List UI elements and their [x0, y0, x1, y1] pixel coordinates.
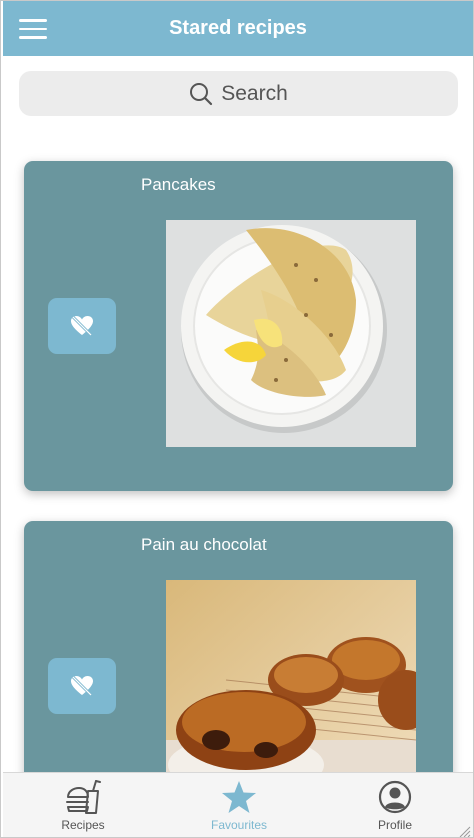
tab-recipes[interactable]: Recipes: [5, 773, 161, 837]
resize-grip-icon[interactable]: [457, 824, 471, 838]
tab-favourites[interactable]: Favourites: [161, 773, 317, 837]
tab-profile[interactable]: Profile: [317, 773, 473, 837]
tab-label: Recipes: [61, 818, 105, 832]
remove-favourite-button[interactable]: [48, 298, 116, 354]
search-placeholder: Search: [221, 81, 288, 105]
recipe-card[interactable]: Pancakes: [24, 161, 453, 491]
app-header: Stared recipes: [3, 1, 473, 56]
tab-label: Profile: [377, 818, 412, 832]
recipe-title: Pancakes: [141, 175, 216, 194]
app-frame: Stared recipes Search Pancakes Pain au c…: [0, 0, 474, 838]
recipe-title: Pain au chocolat: [141, 535, 267, 554]
recipe-image-pancakes: [166, 220, 416, 447]
user-circle-icon: [378, 780, 412, 814]
heart-slash-icon: [71, 315, 93, 337]
search-input[interactable]: Search: [19, 71, 458, 116]
search-icon: [190, 82, 213, 105]
heart-slash-icon: [71, 675, 93, 697]
burger-drink-icon: [66, 780, 101, 814]
tab-label: Favourites: [210, 818, 268, 832]
bottom-tab-bar: Recipes Favourites Profile: [3, 772, 473, 838]
star-icon: [222, 781, 256, 813]
page-title: Stared recipes: [169, 17, 307, 39]
remove-favourite-button[interactable]: [48, 658, 116, 714]
